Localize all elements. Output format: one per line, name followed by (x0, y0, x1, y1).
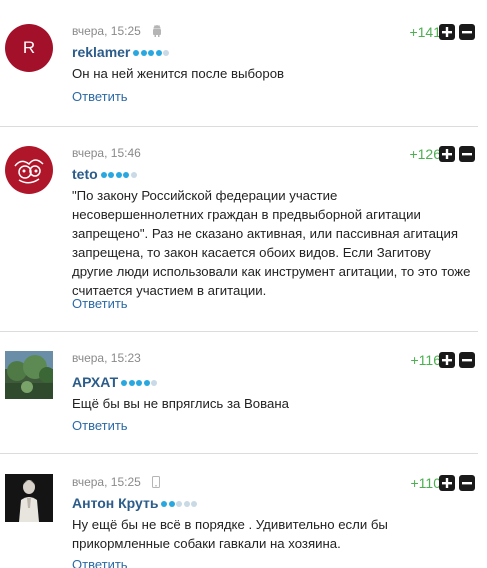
downvote-button[interactable] (459, 24, 475, 40)
comment-item: вчера, 15:23 АРХАТ Ещё бы вы не впряглис… (0, 332, 487, 452)
comment-item: вчера, 15:46 teto "По закону Российской … (0, 127, 487, 331)
avatar[interactable] (5, 146, 53, 194)
upvote-button[interactable] (439, 146, 455, 162)
reply-button[interactable]: Ответить (72, 418, 128, 434)
author-name[interactable]: teto (72, 166, 98, 182)
reply-button[interactable]: Ответить (72, 557, 128, 568)
comment-rating: +126 (409, 146, 441, 162)
minus-icon (462, 153, 472, 156)
comment-rating: +116 (410, 352, 442, 368)
avatar[interactable]: R (5, 24, 53, 72)
comment-author[interactable]: Антон Круть (72, 493, 199, 511)
comment-meta: вчера, 15:23 (72, 351, 141, 365)
comment-meta: вчера, 15:25 (72, 475, 161, 491)
author-name[interactable]: АРХАТ (72, 374, 118, 390)
reply-button[interactable]: Ответить (72, 89, 128, 105)
comment-text: Он на ней женится после выборов (72, 66, 285, 81)
phone-icon (152, 476, 161, 491)
comment-author[interactable]: teto (72, 164, 138, 182)
plus-icon (442, 478, 452, 488)
comment-author[interactable]: reklamer (72, 42, 171, 60)
comment-time: вчера, 15:23 (72, 351, 141, 365)
minus-icon (462, 359, 472, 362)
comment-meta: вчера, 15:46 (72, 146, 141, 160)
comment-text: Ещё бы вы не впряглись за Вована (72, 396, 289, 411)
comment-item: вчера, 15:25 Антон Круть Ну ещё бы не вс… (0, 454, 487, 568)
user-level-dots (161, 493, 199, 511)
comment-author[interactable]: АРХАТ (72, 372, 159, 390)
upvote-button[interactable] (439, 475, 455, 491)
upvote-button[interactable] (439, 24, 455, 40)
teto-avatar-icon (14, 159, 44, 184)
plus-icon (442, 27, 452, 37)
plus-icon (442, 149, 452, 159)
comment-time: вчера, 15:25 (72, 475, 141, 489)
author-name[interactable]: Антон Круть (72, 495, 158, 511)
comment-item: R вчера, 15:25 reklamer Он на ней женитс… (0, 0, 487, 125)
landscape-avatar-icon (5, 351, 53, 399)
user-level-dots (100, 164, 139, 182)
minus-icon (462, 482, 472, 485)
user-level-dots (121, 372, 159, 390)
downvote-button[interactable] (459, 475, 475, 491)
downvote-button[interactable] (459, 352, 475, 368)
reply-button[interactable]: Ответить (72, 296, 128, 312)
comment-meta: вчера, 15:25 (72, 24, 162, 38)
comment-text: "По закону Российской федерации участие … (72, 188, 471, 298)
upvote-button[interactable] (439, 352, 455, 368)
person-avatar-icon (5, 474, 53, 522)
comment-rating: +110 (410, 475, 442, 491)
comment-rating: +141 (409, 24, 441, 40)
downvote-button[interactable] (459, 146, 475, 162)
android-icon (152, 25, 162, 40)
avatar[interactable] (5, 351, 53, 399)
avatar[interactable] (5, 474, 53, 522)
comment-time: вчера, 15:25 (72, 24, 141, 38)
avatar-letter: R (22, 38, 36, 57)
plus-icon (442, 355, 452, 365)
comment-text: Ну ещё бы не всё в порядке . Удивительно… (72, 517, 388, 551)
comment-time: вчера, 15:46 (72, 146, 141, 160)
author-name[interactable]: reklamer (72, 44, 130, 60)
minus-icon (462, 31, 472, 34)
user-level-dots (133, 42, 171, 60)
